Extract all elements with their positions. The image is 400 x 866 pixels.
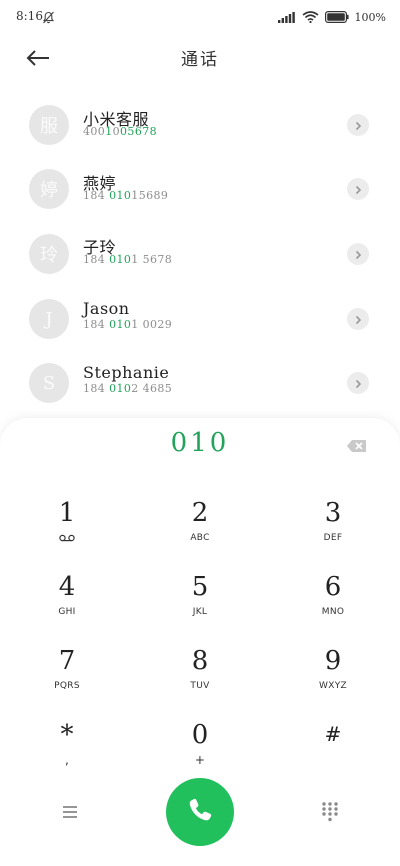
- contact-row[interactable]: S Stephanie 184 0102 4685: [0, 351, 400, 415]
- backspace-button[interactable]: [346, 438, 368, 454]
- key-4[interactable]: 4 GHI: [7, 572, 127, 642]
- battery-percent: 100%: [354, 11, 386, 24]
- contact-number: 184 01015689: [83, 189, 169, 202]
- menu-button[interactable]: [58, 802, 82, 822]
- key-star[interactable]: * ,: [7, 720, 127, 790]
- contact-name: Stephanie: [83, 363, 170, 382]
- contact-row[interactable]: 服 小米客服 4001005678: [0, 94, 400, 158]
- key-digit: *: [60, 720, 74, 750]
- key-digit: 5: [191, 572, 209, 602]
- voicemail-icon: [7, 534, 127, 545]
- contact-detail-button[interactable]: [347, 178, 369, 200]
- key-digit: #: [324, 722, 342, 746]
- key-hash[interactable]: #: [273, 720, 393, 790]
- key-digit: 9: [324, 646, 342, 676]
- signal-icon: [277, 8, 296, 27]
- key-letters: PQRS: [54, 681, 80, 691]
- menu-icon: [58, 806, 82, 826]
- backspace-icon: [346, 439, 368, 458]
- key-letters: TUV: [190, 681, 210, 691]
- key-7[interactable]: 7 PQRS: [7, 646, 127, 716]
- key-digit: 3: [324, 498, 342, 528]
- key-letters: DEF: [323, 533, 343, 543]
- key-9[interactable]: 9 WXYZ: [273, 646, 393, 716]
- key-1[interactable]: 1: [7, 498, 127, 568]
- dialed-number: 010: [170, 428, 230, 458]
- chevron-right-icon: [353, 374, 363, 393]
- contact-number: 4001005678: [83, 125, 158, 138]
- contact-detail-button[interactable]: [347, 308, 369, 330]
- call-button[interactable]: [166, 778, 234, 846]
- chevron-right-icon: [353, 310, 363, 329]
- contact-row[interactable]: J Jason 184 0101 0029: [0, 287, 400, 351]
- avatar: S: [29, 363, 69, 403]
- avatar: J: [29, 299, 69, 339]
- status-time: 8:16: [16, 9, 43, 23]
- key-2[interactable]: 2 ABC: [140, 498, 260, 568]
- contact-row[interactable]: 婷 燕婷 184 01015689: [0, 158, 400, 222]
- contact-row[interactable]: 玲 子玲 184 0101 5678: [0, 222, 400, 286]
- keypad-toggle-button[interactable]: [319, 800, 341, 824]
- contact-number: 184 0101 0029: [83, 318, 173, 331]
- contact-number: 184 0102 4685: [83, 382, 173, 395]
- key-digit: 8: [191, 646, 209, 676]
- key-digit: 2: [191, 498, 209, 528]
- contact-detail-button[interactable]: [347, 372, 369, 394]
- key-letters: MNO: [321, 607, 345, 617]
- key-letters: WXYZ: [319, 681, 347, 691]
- avatar: 婷: [29, 169, 69, 209]
- chevron-right-icon: [353, 245, 363, 264]
- status-bar: 8:16 100%: [0, 0, 400, 34]
- wifi-icon: [302, 8, 319, 27]
- key-digit: 0: [191, 720, 209, 750]
- avatar: 服: [29, 105, 69, 145]
- mute-bell-icon: [42, 9, 55, 28]
- chevron-right-icon: [353, 180, 363, 199]
- key-digit: 1: [58, 498, 76, 528]
- key-digit: 4: [58, 572, 76, 602]
- key-letters: JKL: [192, 607, 208, 617]
- battery-icon: [324, 8, 349, 27]
- dialer-panel: 010 1 2 ABC 3 DEF 4 GHI 5 JKL 6 MNO 7 PQ…: [0, 418, 400, 866]
- key-8[interactable]: 8 TUV: [140, 646, 260, 716]
- key-6[interactable]: 6 MNO: [273, 572, 393, 642]
- phone-icon: [185, 795, 215, 829]
- avatar: 玲: [29, 234, 69, 274]
- key-5[interactable]: 5 JKL: [140, 572, 260, 642]
- key-letters: +: [194, 753, 206, 767]
- contact-name: Jason: [83, 299, 130, 318]
- key-digit: 6: [324, 572, 342, 602]
- chevron-right-icon: [353, 116, 363, 135]
- keypad-grid-icon: [319, 802, 341, 828]
- key-letters: GHI: [58, 607, 76, 617]
- key-digit: 7: [58, 646, 76, 676]
- key-letters: ,: [64, 753, 70, 767]
- contact-number: 184 0101 5678: [83, 253, 173, 266]
- key-letters: ABC: [190, 533, 210, 543]
- contact-detail-button[interactable]: [347, 243, 369, 265]
- page-title: 通话: [181, 50, 219, 70]
- key-3[interactable]: 3 DEF: [273, 498, 393, 568]
- contact-detail-button[interactable]: [347, 114, 369, 136]
